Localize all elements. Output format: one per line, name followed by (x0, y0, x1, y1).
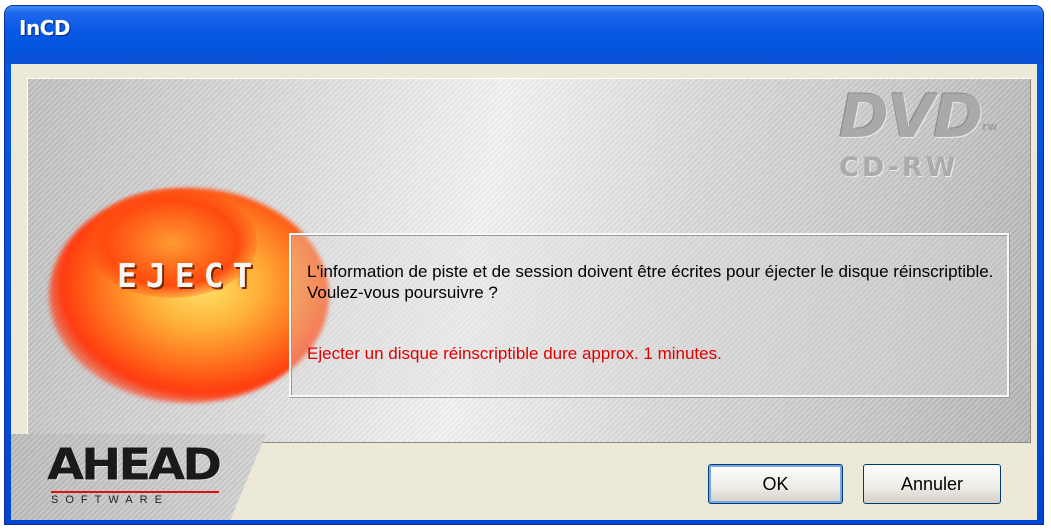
warning-text: Ejecter un disque réinscriptible dure ap… (307, 344, 722, 363)
dvd-logo: DVD (839, 82, 983, 152)
ok-button[interactable]: OK (708, 464, 843, 504)
eject-label: EJECT (117, 256, 262, 295)
dialog-client-area: EJECT DVD rw CD-RW L'information de pist… (11, 64, 1037, 520)
dialog-window: InCD EJECT DVD rw CD-RW L'information de… (5, 6, 1043, 524)
title-bar[interactable]: InCD (5, 6, 1043, 64)
banner-panel: EJECT DVD rw CD-RW L'information de pist… (27, 78, 1031, 443)
software-tagline: SOFTWARE (51, 491, 219, 508)
message-box: L'information de piste et de session doi… (289, 233, 1009, 397)
window-title: InCD (19, 16, 70, 40)
dvd-rw-mark: rw (982, 120, 998, 133)
cdrw-logo: CD-RW (839, 152, 959, 183)
cancel-button[interactable]: Annuler (863, 464, 1001, 504)
ahead-logo: AHEAD (47, 440, 222, 491)
message-text: L'information de piste et de session doi… (307, 262, 994, 302)
